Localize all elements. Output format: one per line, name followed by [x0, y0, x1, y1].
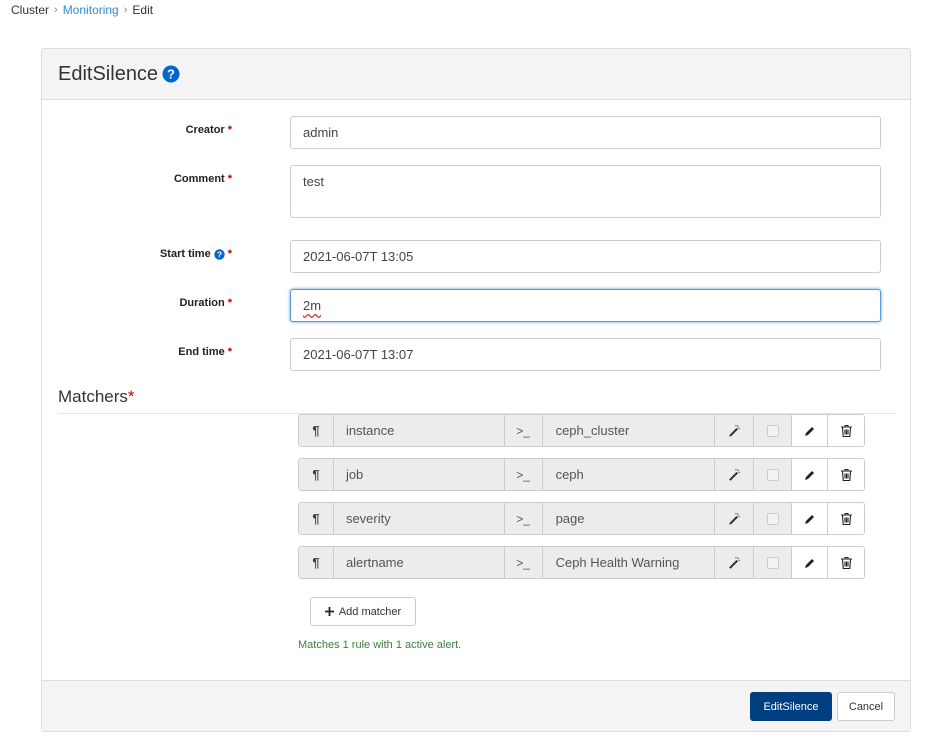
- pilcrow-icon: ¶: [299, 547, 334, 578]
- chevron-right-icon: ›: [123, 4, 128, 16]
- delete-matcher-button[interactable]: [828, 459, 864, 490]
- help-icon[interactable]: ?: [162, 65, 180, 83]
- matcher-operator: >_: [504, 415, 543, 446]
- creator-input[interactable]: admin: [290, 116, 881, 149]
- edit-silence-card: EditSilence ? Creator * admin Comment * te…: [41, 48, 911, 732]
- matcher-operator: >_: [504, 503, 543, 534]
- regex-checkbox[interactable]: [754, 503, 793, 534]
- end-time-label: End time *: [178, 346, 232, 358]
- delete-matcher-button[interactable]: [828, 547, 864, 578]
- matches-status: Matches 1 rule with 1 active alert.: [298, 639, 462, 651]
- matcher-row: ¶ job >_ ceph: [298, 458, 865, 491]
- add-matcher-button[interactable]: Add matcher: [310, 597, 416, 626]
- matcher-name: job: [333, 459, 505, 490]
- edit-matcher-button[interactable]: [792, 503, 829, 534]
- page-title: EditSilence: [58, 62, 159, 85]
- trash-icon: [840, 556, 852, 569]
- matcher-value: ceph_cluster: [542, 415, 716, 446]
- matcher-row: ¶ severity >_ page: [298, 502, 865, 535]
- breadcrumb-edit: Edit: [132, 3, 154, 17]
- svg-text:?: ?: [167, 67, 175, 82]
- pilcrow-icon: ¶: [299, 415, 334, 446]
- breadcrumb-cluster: Cluster: [11, 3, 50, 17]
- edit-silence-button[interactable]: EditSilence: [750, 692, 832, 721]
- card-header: EditSilence ?: [42, 49, 910, 100]
- comment-label: Comment *: [173, 173, 232, 185]
- pilcrow-icon: ¶: [299, 503, 334, 534]
- matchers-heading: Matchers*: [58, 387, 135, 406]
- delete-matcher-button[interactable]: [828, 503, 864, 534]
- matcher-name: instance: [333, 415, 505, 446]
- delete-matcher-button[interactable]: [828, 415, 864, 446]
- trash-icon: [840, 424, 852, 437]
- duration-input[interactable]: 2m: [290, 289, 881, 322]
- edit-matcher-button[interactable]: [792, 459, 829, 490]
- breadcrumb: Cluster › Monitoring › Edit: [11, 3, 153, 17]
- matcher-value: page: [542, 503, 716, 534]
- regex-checkbox[interactable]: [754, 547, 793, 578]
- pencil-icon: [804, 470, 814, 480]
- svg-text:?: ?: [217, 249, 222, 259]
- chevron-right-icon: ›: [54, 4, 58, 16]
- pencil-icon: [804, 514, 814, 524]
- cancel-button[interactable]: Cancel: [837, 692, 895, 721]
- help-icon[interactable]: ?: [214, 248, 225, 260]
- magic-wand-icon: [715, 459, 755, 490]
- pilcrow-icon: ¶: [299, 459, 334, 490]
- matcher-value: Ceph Health Warning: [542, 547, 716, 578]
- matcher-operator: >_: [504, 459, 543, 490]
- magic-wand-icon: [715, 415, 755, 446]
- breadcrumb-monitoring[interactable]: Monitoring: [63, 3, 119, 17]
- creator-label: Creator *: [185, 124, 232, 136]
- matcher-name: severity: [333, 503, 505, 534]
- matcher-row: ¶ instance >_ ceph_cluster: [298, 414, 865, 447]
- matcher-row: ¶ alertname >_ Ceph Health Warning: [298, 546, 865, 579]
- regex-checkbox[interactable]: [754, 459, 793, 490]
- plus-icon: [324, 607, 334, 616]
- trash-icon: [840, 512, 852, 525]
- edit-matcher-button[interactable]: [792, 547, 829, 578]
- magic-wand-icon: [715, 503, 755, 534]
- matcher-value: ceph: [542, 459, 716, 490]
- trash-icon: [840, 468, 852, 481]
- comment-textarea[interactable]: test: [290, 165, 881, 218]
- end-time-input[interactable]: 2021-06-07T 13:07: [290, 338, 881, 371]
- card-footer: EditSilence Cancel: [42, 680, 910, 731]
- magic-wand-icon: [715, 547, 755, 578]
- start-time-input[interactable]: 2021-06-07T 13:05: [290, 240, 881, 273]
- matcher-operator: >_: [504, 547, 543, 578]
- regex-checkbox[interactable]: [754, 415, 793, 446]
- edit-matcher-button[interactable]: [792, 415, 829, 446]
- start-time-label: Start time ? *: [159, 248, 232, 260]
- pencil-icon: [804, 558, 814, 568]
- matcher-name: alertname: [333, 547, 505, 578]
- pencil-icon: [804, 426, 814, 436]
- duration-label: Duration *: [179, 297, 232, 309]
